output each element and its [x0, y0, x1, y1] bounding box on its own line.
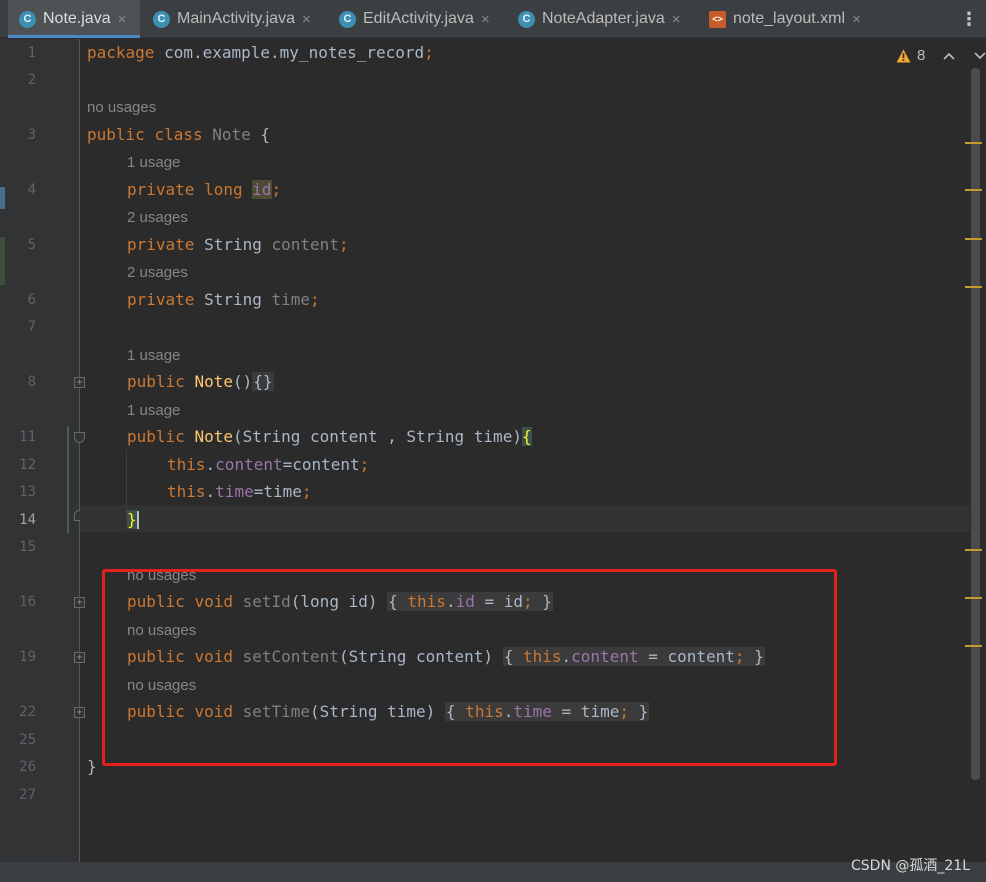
xml-file-icon: <> [709, 10, 726, 28]
indent-guide [126, 449, 127, 519]
line-number: 19 [19, 649, 36, 665]
text-caret [136, 511, 139, 529]
close-icon[interactable]: × [852, 11, 861, 28]
tab-label: MainActivity.java [177, 10, 295, 27]
line-number: 27 [19, 787, 36, 803]
fold-open-icon[interactable] [74, 432, 85, 443]
java-class-icon: C [518, 10, 535, 28]
current-line-highlight [80, 505, 970, 532]
fold-plus-icon[interactable]: + [74, 377, 85, 388]
fold-plus-icon[interactable]: + [74, 652, 85, 663]
line-number: 6 [27, 292, 36, 308]
highlight-annotation-box [102, 569, 837, 766]
left-tool-strip [0, 39, 8, 862]
line-number: 3 [27, 127, 36, 143]
line-number: 4 [27, 182, 36, 198]
tab-label: Note.java [43, 10, 111, 27]
code-line-13[interactable]: this.time=time; [167, 483, 312, 501]
code-line-14[interactable]: } [127, 510, 139, 529]
line-number: 1 [27, 45, 36, 61]
code-line-3[interactable]: public class Note { [87, 126, 270, 144]
usage-hint[interactable]: 2 usages [127, 265, 188, 281]
watermark: CSDN @孤酒_21L [851, 858, 970, 874]
java-class-icon: C [339, 10, 356, 28]
warning-stripe-marker[interactable] [965, 286, 982, 288]
warning-stripe-marker[interactable] [965, 189, 982, 191]
tab-note-layout-xml[interactable]: <> note_layout.xml × [706, 0, 876, 38]
line-number: 2 [27, 72, 36, 88]
line-number: 13 [19, 484, 36, 500]
warning-icon [896, 49, 911, 62]
code-line-1[interactable]: package com.example.my_notes_record; [87, 44, 434, 62]
java-class-icon: C [153, 10, 170, 28]
fold-plus-icon[interactable]: + [74, 707, 85, 718]
chevron-up-icon[interactable] [943, 52, 955, 60]
tab-note-java[interactable]: C Note.java × [8, 0, 140, 38]
code-line-26[interactable]: } [87, 758, 97, 776]
line-number: 26 [19, 759, 36, 775]
close-icon[interactable]: × [118, 11, 127, 28]
code-line-5[interactable]: private String content; [127, 236, 349, 254]
warning-stripe-marker[interactable] [965, 142, 982, 144]
line-number: 25 [19, 732, 36, 748]
chevron-down-icon[interactable] [974, 51, 986, 60]
code-line-6[interactable]: private String time; [127, 291, 320, 309]
warning-stripe-marker[interactable] [965, 597, 982, 599]
code-line-12[interactable]: this.content=content; [167, 456, 369, 474]
line-number: 5 [27, 237, 36, 253]
line-number: 7 [27, 319, 36, 335]
close-icon[interactable]: × [672, 11, 681, 28]
tab-main-activity[interactable]: C MainActivity.java × [150, 0, 326, 38]
close-icon[interactable]: × [302, 11, 311, 28]
fold-plus-icon[interactable]: + [74, 597, 85, 608]
line-number: 15 [19, 539, 36, 555]
more-tabs-icon[interactable]: ⋮ [952, 0, 986, 38]
bottom-status-strip [0, 862, 986, 882]
gutter-divider [79, 39, 80, 862]
tab-note-adapter[interactable]: C NoteAdapter.java × [515, 0, 695, 38]
java-class-icon: C [19, 10, 36, 28]
line-number: 11 [19, 429, 36, 445]
close-icon[interactable]: × [481, 11, 490, 28]
warning-stripe-marker[interactable] [965, 549, 982, 551]
usage-hint[interactable]: 1 usage [127, 403, 180, 419]
editor-tab-bar: C Note.java × C MainActivity.java × C Ed… [0, 0, 986, 38]
code-line-8[interactable]: public Note(){} [127, 372, 274, 391]
inspection-widget[interactable]: 8 [896, 47, 986, 64]
usage-hint[interactable]: 1 usage [127, 348, 180, 364]
tab-edit-activity[interactable]: C EditActivity.java × [336, 0, 506, 38]
line-number: 22 [19, 704, 36, 720]
line-number-current: 14 [19, 512, 36, 528]
tab-label: NoteAdapter.java [542, 10, 665, 27]
left-marker [0, 237, 5, 285]
line-number: 12 [19, 457, 36, 473]
vertical-scrollbar[interactable] [971, 68, 980, 780]
line-number: 16 [19, 594, 36, 610]
usage-hint[interactable]: 2 usages [127, 210, 188, 226]
tab-label: note_layout.xml [733, 10, 846, 27]
warning-stripe-marker[interactable] [965, 645, 982, 647]
left-marker [0, 187, 5, 209]
vcs-change-marker [67, 426, 69, 533]
usage-hint[interactable]: no usages [87, 100, 156, 116]
warning-stripe-marker[interactable] [965, 238, 982, 240]
warning-count: 8 [917, 47, 926, 64]
code-line-4[interactable]: private long id; [127, 180, 281, 199]
code-line-11[interactable]: public Note(String content , String time… [127, 427, 532, 446]
line-number: 8 [27, 374, 36, 390]
usage-hint[interactable]: 1 usage [127, 155, 180, 171]
tab-label: EditActivity.java [363, 10, 474, 27]
